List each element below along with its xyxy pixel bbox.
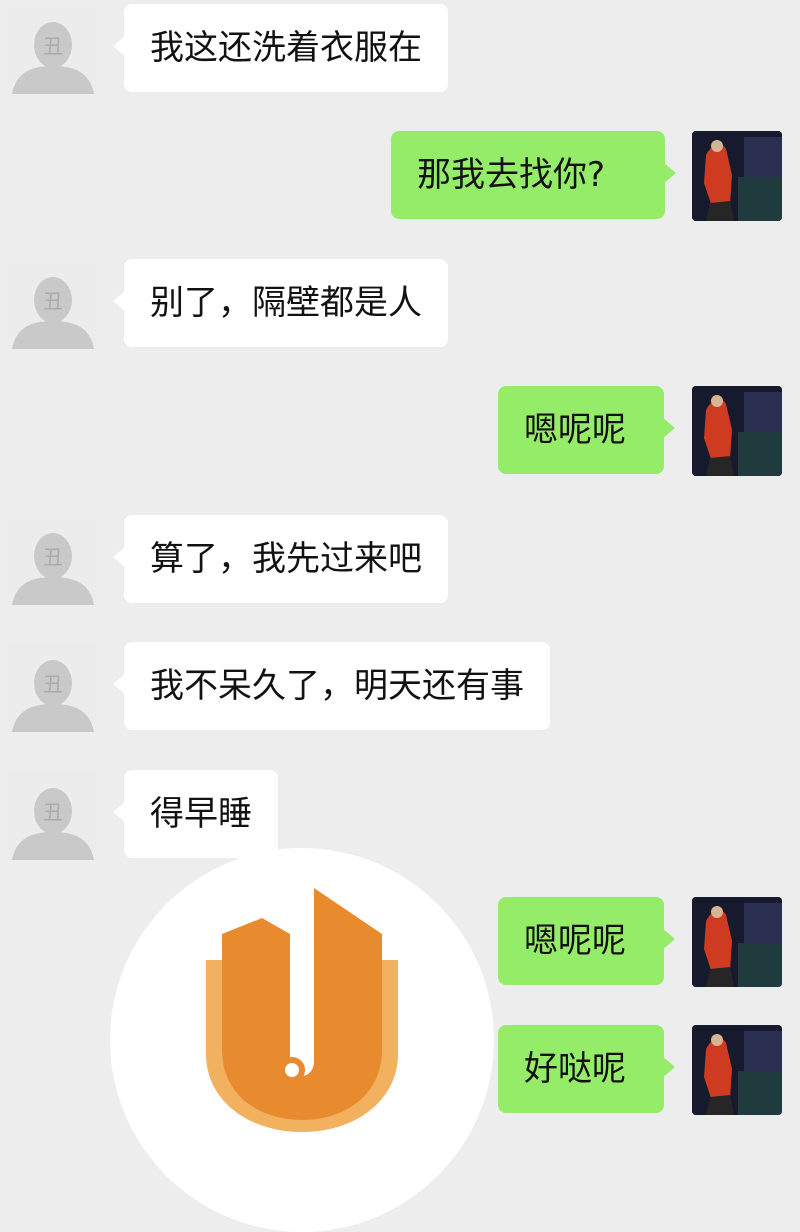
message-bubble[interactable]: 算了，我先过来吧 — [113, 515, 448, 603]
photo-avatar-icon — [692, 1025, 782, 1115]
my-avatar[interactable] — [692, 131, 782, 221]
message-bubble[interactable]: 那我去找你? — [391, 131, 676, 219]
message-bubble[interactable]: 嗯呢呢 — [498, 386, 675, 474]
default-user-avatar-icon: 丑 — [8, 515, 98, 605]
contact-avatar[interactable]: 丑 — [8, 259, 98, 349]
my-avatar[interactable] — [692, 386, 782, 476]
default-user-avatar-icon: 丑 — [8, 4, 98, 94]
message-outgoing: 好哒呢 — [0, 1024, 800, 1116]
photo-avatar-icon — [692, 386, 782, 476]
contact-avatar[interactable]: 丑 — [8, 515, 98, 605]
svg-text:丑: 丑 — [43, 289, 63, 313]
my-avatar[interactable] — [692, 897, 782, 987]
contact-avatar[interactable]: 丑 — [8, 4, 98, 94]
message-incoming: 丑 别了，隔壁都是人 — [0, 258, 800, 350]
my-avatar[interactable] — [692, 1025, 782, 1115]
message-bubble[interactable]: 别了，隔壁都是人 — [113, 259, 448, 347]
message-incoming: 丑 得早睡 — [0, 769, 800, 861]
svg-text:丑: 丑 — [43, 672, 63, 696]
svg-text:丑: 丑 — [43, 545, 63, 569]
message-incoming: 丑 我不呆久了，明天还有事 — [0, 641, 800, 733]
message-bubble[interactable]: 我不呆久了，明天还有事 — [113, 642, 550, 730]
message-bubble[interactable]: 好哒呢 — [498, 1025, 675, 1113]
svg-text:丑: 丑 — [43, 800, 63, 824]
default-user-avatar-icon: 丑 — [8, 259, 98, 349]
message-incoming: 丑 算了，我先过来吧 — [0, 514, 800, 606]
default-user-avatar-icon: 丑 — [8, 642, 98, 732]
message-outgoing: 嗯呢呢 — [0, 896, 800, 988]
message-bubble[interactable]: 我这还洗着衣服在 — [113, 4, 448, 92]
message-bubble[interactable]: 得早睡 — [113, 770, 278, 858]
chat-message-list[interactable]: 丑 我这还洗着衣服在 那我去找你? 丑 别了，隔壁都是人 嗯呢呢 丑 算了，我先… — [0, 0, 800, 1232]
svg-text:丑: 丑 — [43, 34, 63, 58]
contact-avatar[interactable]: 丑 — [8, 770, 98, 860]
message-incoming: 丑 我这还洗着衣服在 — [0, 3, 800, 95]
message-outgoing: 那我去找你? — [0, 130, 800, 222]
default-user-avatar-icon: 丑 — [8, 770, 98, 860]
photo-avatar-icon — [692, 131, 782, 221]
contact-avatar[interactable]: 丑 — [8, 642, 98, 732]
photo-avatar-icon — [692, 897, 782, 987]
message-outgoing: 嗯呢呢 — [0, 385, 800, 477]
message-bubble[interactable]: 嗯呢呢 — [498, 897, 675, 985]
